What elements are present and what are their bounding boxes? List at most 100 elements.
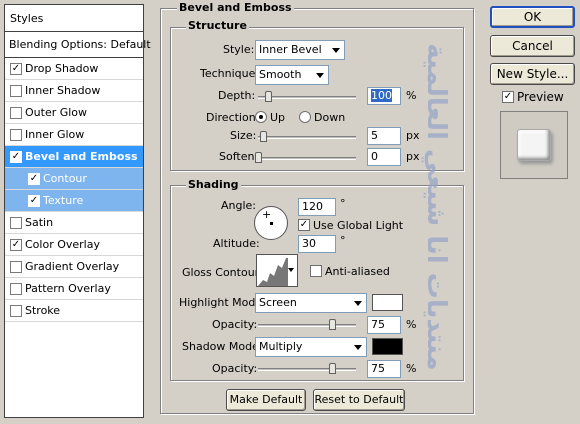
size-label: Size: xyxy=(230,129,257,142)
shadow-opacity-value: 75 xyxy=(371,362,385,375)
depth-input[interactable]: 100 xyxy=(367,87,401,105)
reset-to-default-button[interactable]: Reset to Default xyxy=(313,389,405,411)
crosshair-icon: + xyxy=(262,208,272,221)
styles-header[interactable]: Styles xyxy=(5,5,143,32)
inner-shadow-checkbox[interactable] xyxy=(10,85,22,97)
chevron-down-icon xyxy=(354,301,362,306)
anti-aliased-checkbox[interactable] xyxy=(310,265,322,277)
direction-label: Direction: xyxy=(206,111,260,124)
style-item-gradient-overlay[interactable]: Gradient Overlay xyxy=(5,256,143,278)
gloss-contour-picker[interactable] xyxy=(256,254,298,287)
angle-label: Angle: xyxy=(221,199,257,212)
shadow-opacity-unit: % xyxy=(406,362,417,375)
style-item-satin[interactable]: Satin xyxy=(5,212,143,234)
size-slider[interactable] xyxy=(258,136,356,139)
highlight-opacity-unit: % xyxy=(406,318,417,331)
direction-down-radio[interactable] xyxy=(299,111,311,123)
size-slider-thumb[interactable] xyxy=(260,131,267,142)
stroke-checkbox[interactable] xyxy=(10,305,22,317)
cancel-button[interactable]: Cancel xyxy=(490,35,575,57)
blending-options-label: Blending Options: Default xyxy=(9,38,151,51)
preview-swatch xyxy=(517,129,551,161)
highlight-opacity-value: 75 xyxy=(371,318,385,331)
depth-unit: % xyxy=(406,89,417,102)
shadow-mode-label: Shadow Mode: xyxy=(182,340,263,353)
highlight-mode-dropdown[interactable]: Screen xyxy=(255,293,367,313)
technique-dropdown[interactable]: Smooth xyxy=(255,65,329,85)
style-item-label: Texture xyxy=(43,194,84,207)
angle-dial[interactable]: + xyxy=(254,206,288,240)
altitude-unit: ° xyxy=(340,234,346,247)
direction-up-radio[interactable] xyxy=(255,111,267,123)
depth-label: Depth: xyxy=(218,89,256,102)
direction-up-label: Up xyxy=(270,111,286,124)
shadow-opacity-slider[interactable] xyxy=(258,368,356,371)
soften-slider[interactable] xyxy=(258,157,356,160)
chevron-down-icon xyxy=(332,48,340,53)
style-item-inner-glow[interactable]: Inner Glow xyxy=(5,124,143,146)
style-item-color-overlay[interactable]: ✓ Color Overlay xyxy=(5,234,143,256)
style-item-bevel-and-emboss[interactable]: ✓ Bevel and Emboss xyxy=(5,146,143,168)
depth-slider[interactable] xyxy=(258,96,356,99)
gradient-overlay-checkbox[interactable] xyxy=(10,261,22,273)
bevel-and-emboss-checkbox[interactable]: ✓ xyxy=(10,151,22,163)
soften-value: 0 xyxy=(371,150,378,163)
new-style-button[interactable]: New Style... xyxy=(490,63,575,85)
gloss-contour-label: Gloss Contour: xyxy=(182,266,263,279)
shadow-opacity-input[interactable]: 75 xyxy=(367,360,401,378)
style-dropdown[interactable]: Inner Bevel xyxy=(255,40,345,60)
anti-aliased-label: Anti-aliased xyxy=(325,265,390,278)
highlight-mode-value: Screen xyxy=(259,296,297,309)
highlight-color-swatch[interactable] xyxy=(372,294,403,311)
shadow-mode-value: Multiply xyxy=(259,340,303,353)
soften-input[interactable]: 0 xyxy=(367,148,401,166)
style-item-pattern-overlay[interactable]: Pattern Overlay xyxy=(5,278,143,300)
shadow-mode-dropdown[interactable]: Multiply xyxy=(255,337,367,357)
style-item-texture[interactable]: ✓ Texture xyxy=(5,190,143,212)
altitude-input[interactable]: 30 xyxy=(298,235,336,253)
use-global-light-label: Use Global Light xyxy=(313,219,404,232)
highlight-opacity-input[interactable]: 75 xyxy=(367,316,401,334)
use-global-light-checkbox[interactable]: ✓ xyxy=(298,219,310,231)
ok-button[interactable]: OK xyxy=(490,6,575,28)
preview-checkbox[interactable]: ✓ xyxy=(502,91,514,103)
size-input[interactable]: 5 xyxy=(367,127,401,145)
chevron-down-icon xyxy=(316,73,324,78)
technique-label: Technique: xyxy=(200,67,260,80)
style-item-inner-shadow[interactable]: Inner Shadow xyxy=(5,80,143,102)
pattern-overlay-checkbox[interactable] xyxy=(10,283,22,295)
technique-value: Smooth xyxy=(259,68,302,81)
highlight-opacity-slider[interactable] xyxy=(258,324,356,327)
make-default-button[interactable]: Make Default xyxy=(226,389,306,411)
blending-options-item[interactable]: Blending Options: Default xyxy=(5,32,151,58)
style-item-stroke[interactable]: Stroke xyxy=(5,300,143,322)
color-overlay-checkbox[interactable]: ✓ xyxy=(10,239,22,251)
contour-checkbox[interactable]: ✓ xyxy=(28,173,40,185)
chevron-down-icon xyxy=(354,345,362,350)
style-item-drop-shadow[interactable]: ✓ Drop Shadow xyxy=(5,58,143,80)
style-item-label: Inner Shadow xyxy=(25,84,101,97)
highlight-mode-label: Highlight Mode: xyxy=(179,296,266,309)
drop-shadow-checkbox[interactable]: ✓ xyxy=(10,63,22,75)
inner-glow-checkbox[interactable] xyxy=(10,129,22,141)
shadow-color-swatch[interactable] xyxy=(372,338,403,355)
highlight-opacity-thumb[interactable] xyxy=(329,319,336,330)
angle-value: 120 xyxy=(302,200,323,213)
shadow-opacity-thumb[interactable] xyxy=(329,363,336,374)
style-item-label: Gradient Overlay xyxy=(25,260,120,273)
style-item-outer-glow[interactable]: Outer Glow xyxy=(5,102,143,124)
style-item-contour[interactable]: ✓ Contour xyxy=(5,168,143,190)
outer-glow-checkbox[interactable] xyxy=(10,107,22,119)
style-item-label: Outer Glow xyxy=(25,106,88,119)
style-item-label: Satin xyxy=(25,216,54,229)
satin-checkbox[interactable] xyxy=(10,217,22,229)
soften-slider-thumb[interactable] xyxy=(255,152,262,163)
soften-label: Soften: xyxy=(219,150,259,163)
altitude-label: Altitude: xyxy=(213,237,260,250)
angle-input[interactable]: 120 xyxy=(298,198,336,216)
shadow-opacity-label: Opacity: xyxy=(212,362,258,375)
texture-checkbox[interactable]: ✓ xyxy=(28,195,40,207)
style-item-label: Stroke xyxy=(25,304,61,317)
depth-slider-thumb[interactable] xyxy=(265,91,272,102)
bevel-emboss-title: Bevel and Emboss xyxy=(177,1,294,14)
